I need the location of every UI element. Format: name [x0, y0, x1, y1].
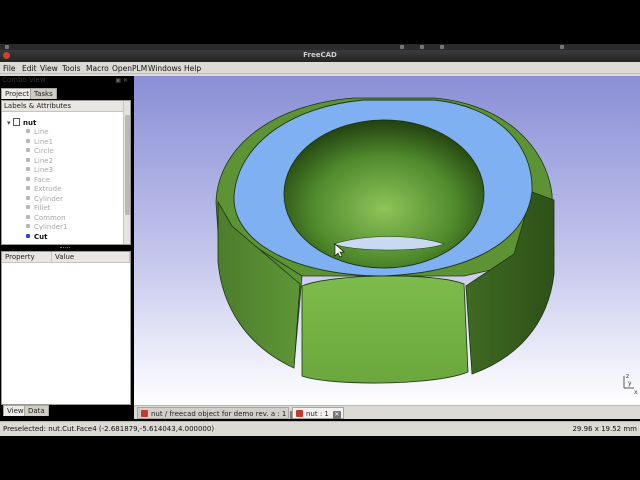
tree-item-line1[interactable]: Line1 [26, 138, 53, 147]
3d-scene[interactable]: z y x [134, 76, 640, 405]
tree-item-fillet[interactable]: Fillet [26, 204, 50, 213]
nut-front-face[interactable] [301, 275, 469, 384]
tree-root-label: nut [23, 119, 37, 127]
combo-view-title: Combo View ▣ ✕ [0, 76, 134, 86]
feature-icon [26, 195, 30, 200]
tab-tasks[interactable]: Tasks [30, 88, 57, 99]
tree-item-line2[interactable]: Line2 [26, 157, 53, 166]
tab-data[interactable]: Data [24, 405, 49, 416]
tab-document-nut-rev-a[interactable]: nut / freecad object for demo rev. a : 1… [137, 407, 299, 419]
freecad-icon [141, 410, 148, 417]
tree-item-label: Line3 [34, 166, 54, 174]
menu-macro[interactable]: Macro [86, 64, 109, 73]
feature-icon [26, 205, 30, 209]
menu-view[interactable]: View [40, 64, 58, 73]
status-bar: Preselected: nut.Cut.Face4 (-2.681879,-5… [0, 421, 640, 436]
menu-openplm[interactable]: OpenPLM [112, 64, 147, 73]
tray-icon[interactable] [420, 45, 424, 49]
menu-bar: File Edit View Tools Macro OpenPLM Windo… [0, 62, 640, 74]
menu-edit[interactable]: Edit [22, 64, 37, 73]
tree-item-label: Extrude [34, 185, 62, 193]
document-tabs: nut / freecad object for demo rev. a : 1… [134, 405, 640, 419]
menu-tools[interactable]: Tools [62, 64, 80, 73]
tree-header: Labels & Attributes [2, 101, 124, 112]
tab-project[interactable]: Project [1, 88, 33, 99]
feature-icon [26, 224, 30, 228]
tree-item-label: Cut [34, 232, 48, 241]
tree-item-label: Fillet [34, 204, 51, 212]
z-axis-label: z [626, 373, 629, 380]
tree-item-face[interactable]: Face [26, 176, 50, 185]
feature-icon [26, 214, 30, 219]
combo-view-label: Combo View [2, 76, 46, 84]
menu-help[interactable]: Help [184, 64, 201, 73]
tree-item-line[interactable]: Line [26, 128, 49, 137]
panel-splitter[interactable] [60, 247, 70, 249]
window-title-bar: FreeCAD [0, 50, 640, 62]
tree-scrollbar[interactable] [123, 101, 130, 244]
feature-icon [26, 129, 30, 133]
nut-model[interactable] [215, 97, 555, 384]
property-column-header[interactable]: Property [2, 252, 52, 263]
value-column-header[interactable]: Value [52, 252, 130, 263]
tray-icon[interactable] [560, 45, 564, 49]
property-view: Property Value [1, 251, 131, 405]
panel-float-close-icon[interactable]: ▣ ✕ [115, 77, 128, 84]
close-tab-icon[interactable]: ✕ [332, 411, 341, 419]
window-title: FreeCAD [303, 51, 337, 59]
tree-item-line3[interactable]: Line3 [26, 166, 53, 175]
tree-view: Labels & Attributes ▾ nut Line Line1 Circ… [1, 100, 131, 245]
tree-item-label: Cylinder1 [34, 223, 68, 231]
status-message: Preselected: nut.Cut.Face4 (-2.681879,-5… [3, 425, 215, 433]
doc-tab-label: nut : 1 [306, 410, 329, 418]
tree-item-label: Line1 [34, 137, 54, 146]
tree-item-label: Cylinder [34, 194, 63, 203]
feature-icon [26, 186, 30, 190]
tree-item-extrude[interactable]: Extrude [26, 185, 61, 194]
feature-icon [26, 148, 30, 152]
dimensions-readout: 29.96 x 19.52 mm [572, 425, 637, 433]
feature-icon [26, 138, 30, 143]
feature-icon [26, 167, 30, 171]
scrollbar-thumb[interactable] [125, 115, 130, 215]
tab-document-nut[interactable]: nut : 1 ✕ [292, 407, 344, 419]
menu-file[interactable]: File [3, 64, 16, 73]
y-axis-label: y [628, 380, 632, 387]
feature-icon [26, 157, 30, 162]
tree-item-cut[interactable]: Cut [26, 233, 47, 242]
tree-item-common[interactable]: Common [26, 214, 66, 223]
feature-icon [26, 233, 30, 238]
tree-item-cylinder1[interactable]: Cylinder1 [26, 223, 67, 232]
system-menu-icon[interactable] [5, 45, 9, 49]
tree-root-node[interactable]: ▾ nut [7, 118, 36, 127]
tree-item-label: Line [34, 128, 49, 136]
tray-icon[interactable] [400, 45, 404, 49]
3d-viewport[interactable]: z y x [134, 76, 640, 405]
doc-tab-label: nut / freecad object for demo rev. a : 1 [151, 410, 287, 418]
tree-item-label: Line2 [34, 156, 54, 165]
tree-item-cylinder[interactable]: Cylinder [26, 195, 63, 204]
document-icon [13, 118, 20, 126]
freecad-icon [296, 410, 303, 417]
tray-icon[interactable] [440, 45, 444, 49]
tree-item-circle[interactable]: Circle [26, 147, 54, 156]
tree-item-label: Circle [34, 147, 54, 155]
tree-item-label: Face [34, 175, 50, 184]
feature-icon [26, 176, 30, 181]
menu-windows[interactable]: Windows [148, 64, 181, 73]
tree-item-label: Common [34, 213, 66, 222]
x-axis-label: x [634, 389, 638, 396]
